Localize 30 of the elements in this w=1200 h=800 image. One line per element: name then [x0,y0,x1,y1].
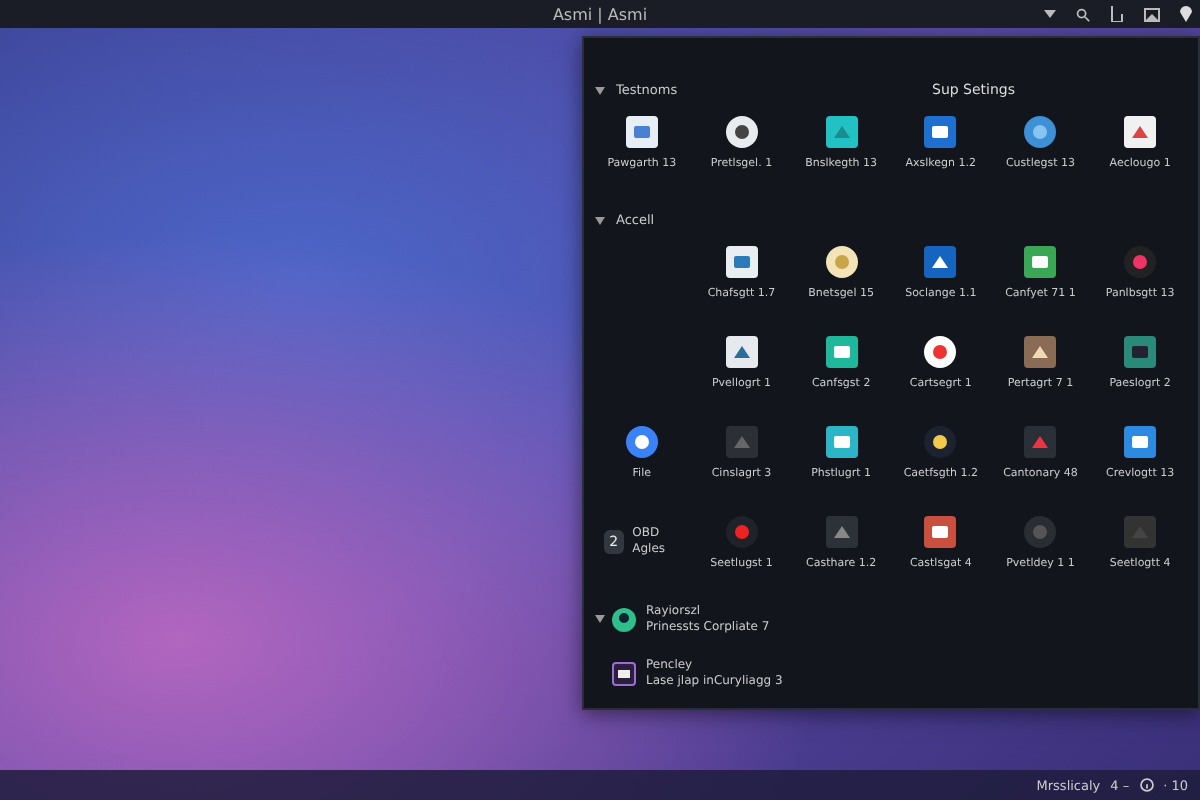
app-icon[interactable] [1122,424,1159,460]
caret-icon[interactable] [1044,10,1056,18]
app-icon[interactable] [612,661,636,685]
info-icon[interactable] [1139,778,1154,792]
app-icon[interactable] [823,334,860,370]
caret-icon[interactable] [595,86,605,94]
app-icon[interactable] [612,607,636,631]
location-icon[interactable] [1180,6,1192,22]
app-icon[interactable] [823,244,860,280]
window-title: Asmi | Asmi [552,5,648,23]
app-icon[interactable] [823,424,860,460]
app-icon[interactable] [922,514,959,550]
caret-icon[interactable] [595,615,605,623]
app-icon[interactable] [723,244,760,280]
app-icon[interactable] [922,114,959,150]
app-icon[interactable] [1022,244,1059,280]
image-icon[interactable] [1144,7,1160,21]
app-icon[interactable] [1022,114,1059,150]
app-icon[interactable] [922,244,959,280]
caret-icon[interactable] [595,216,605,224]
app-icon[interactable] [623,114,660,150]
app-icon[interactable] [1022,334,1059,370]
app-icon[interactable] [922,424,959,460]
app-icon[interactable] [922,334,959,370]
search-icon[interactable] [1076,7,1090,21]
app-icon[interactable] [1122,114,1159,150]
app-icon[interactable] [623,424,660,460]
app-icon[interactable] [723,334,760,370]
app-icon[interactable] [723,114,760,150]
app-icon[interactable] [823,114,860,150]
